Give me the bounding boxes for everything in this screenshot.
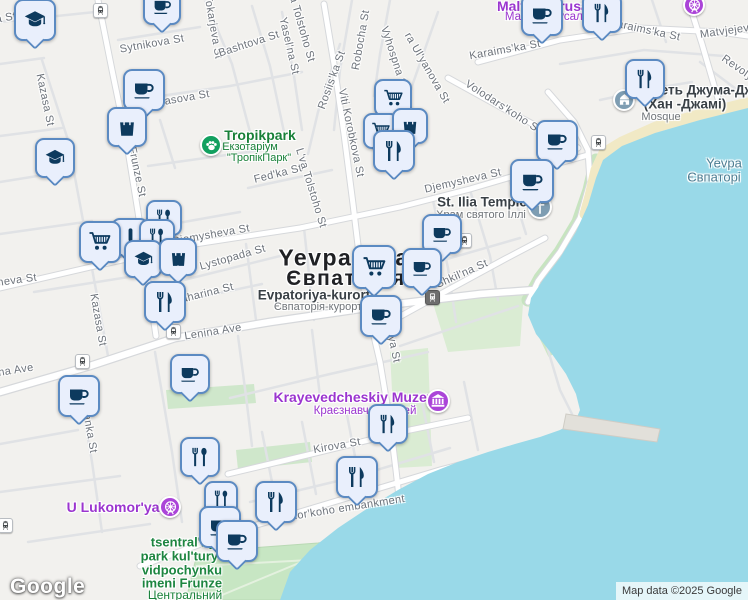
cutlery-icon xyxy=(212,489,231,508)
dzhuma-dzhami-mosque-label: Mosque xyxy=(641,111,681,123)
coffee-cup-icon xyxy=(225,529,249,553)
poi-marker-graduation-cap[interactable] xyxy=(35,138,75,178)
tram-icon xyxy=(95,5,106,16)
restaurant-icon xyxy=(591,2,613,24)
restaurant-icon xyxy=(345,465,369,489)
tram-stop-badge[interactable] xyxy=(75,354,90,369)
restaurant-icon xyxy=(264,490,288,514)
coffee-cup-icon xyxy=(431,223,453,245)
poi-marker-restaurant[interactable] xyxy=(144,281,186,323)
coffee-cup-icon xyxy=(369,304,393,328)
poi-marker-coffee-cup[interactable] xyxy=(360,295,402,337)
krayevedcheskiy-muzey-label[interactable]: Krayevedcheskiy Muzey xyxy=(273,389,434,405)
park-frunze-label: Центральний xyxy=(147,588,223,600)
u-lukomorya-poi-icon[interactable] xyxy=(159,496,181,518)
restaurant-icon xyxy=(634,68,656,90)
park-frunze-label: park kul'tury i xyxy=(140,548,226,564)
shopping-cart-icon xyxy=(88,230,112,254)
restaurant-icon xyxy=(377,413,399,435)
poi-marker-shopping-bag[interactable] xyxy=(159,238,197,276)
cutlery-icon xyxy=(189,446,211,468)
poi-marker-restaurant[interactable] xyxy=(336,456,378,498)
shopping-bag-icon xyxy=(116,116,138,138)
water-name-label: Yevpa xyxy=(706,155,742,171)
tram-stop-badge[interactable] xyxy=(93,3,108,18)
poi-marker-coffee-cup[interactable] xyxy=(216,520,258,562)
tram-icon xyxy=(168,326,179,337)
coffee-cup-icon xyxy=(411,257,433,279)
coffee-cup-icon xyxy=(152,0,173,17)
evpatoriya-kurort-label: Євпаторія-курорт xyxy=(273,301,363,313)
graduation-cap-icon xyxy=(44,147,66,169)
museum-icon xyxy=(429,392,447,410)
poi-marker-coffee-cup[interactable] xyxy=(58,375,100,417)
poi-marker-coffee-cup[interactable] xyxy=(521,0,563,36)
poi-marker-coffee-cup[interactable] xyxy=(143,0,181,25)
map-attribution: Map data ©2025 Google xyxy=(615,582,748,600)
train-stop-badge[interactable] xyxy=(425,290,440,305)
poi-marker-graduation-cap[interactable] xyxy=(14,0,56,41)
u-lukomorya-label[interactable]: U Lukomor'ya xyxy=(67,499,160,515)
ferris-icon xyxy=(686,0,703,14)
poi-marker-shopping-cart[interactable] xyxy=(352,245,396,289)
shopping-bag-icon xyxy=(168,247,189,268)
tropikpark-poi-icon[interactable] xyxy=(200,134,222,156)
poi-marker-restaurant[interactable] xyxy=(255,481,297,523)
poi-marker-coffee-cup[interactable] xyxy=(510,159,554,203)
restaurant-icon xyxy=(153,290,177,314)
tram-icon xyxy=(0,520,11,531)
tram-icon xyxy=(77,356,88,367)
map-canvas[interactable]: a St Sytnikova St Tokarjeva St Bashtova St Y… xyxy=(0,0,748,600)
poi-marker-restaurant[interactable] xyxy=(368,404,408,444)
graduation-cap-icon xyxy=(23,8,47,32)
graduation-cap-icon xyxy=(133,249,154,270)
coffee-cup-icon xyxy=(520,169,545,194)
poi-marker-shopping-cart[interactable] xyxy=(79,221,121,263)
tram-icon xyxy=(593,137,604,148)
poi-marker-coffee-cup[interactable] xyxy=(402,248,442,288)
coffee-cup-icon xyxy=(132,78,156,102)
coffee-cup-icon xyxy=(530,3,554,27)
poi-marker-graduation-cap[interactable] xyxy=(124,240,162,278)
krayevedcheskiy-muzey-poi-icon[interactable] xyxy=(426,389,450,413)
poi-marker-restaurant[interactable] xyxy=(582,0,622,33)
shopping-cart-icon xyxy=(362,255,387,280)
google-logo[interactable]: Google xyxy=(10,575,85,599)
shopping-cart-icon xyxy=(383,88,404,109)
tram-stop-badge[interactable] xyxy=(591,135,606,150)
tropikpark-label: "ТропікПарк" xyxy=(226,152,292,164)
tram-stop-badge[interactable] xyxy=(0,518,13,533)
poi-marker-cutlery[interactable] xyxy=(180,437,220,477)
train-icon xyxy=(427,292,438,303)
coffee-cup-icon xyxy=(545,129,569,153)
restaurant-icon xyxy=(382,139,406,163)
coffee-cup-icon xyxy=(67,384,91,408)
poi-marker-restaurant[interactable] xyxy=(625,59,665,99)
ferris-icon xyxy=(162,499,179,516)
poi-marker-restaurant[interactable] xyxy=(373,130,415,172)
poi-marker-coffee-cup[interactable] xyxy=(536,120,578,162)
poi-marker-coffee-cup[interactable] xyxy=(170,354,210,394)
coffee-cup-icon xyxy=(179,363,201,385)
poi-marker-coffee-cup[interactable] xyxy=(123,69,165,111)
poi-marker-shopping-bag[interactable] xyxy=(107,107,147,147)
water-name-label: Євпаторі xyxy=(687,169,741,185)
paw-icon xyxy=(203,137,220,154)
